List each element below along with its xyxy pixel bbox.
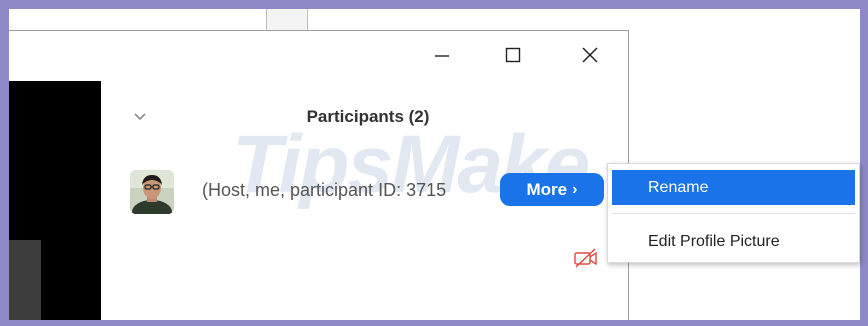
menu-item-rename[interactable]: Rename <box>612 170 855 205</box>
menu-item-edit-profile-picture[interactable]: Edit Profile Picture <box>612 224 855 259</box>
menu-divider <box>612 213 855 214</box>
minimize-icon <box>435 55 449 57</box>
video-panel-thumbnail <box>9 240 41 320</box>
avatar-photo <box>130 170 174 214</box>
minimize-button[interactable] <box>419 30 465 80</box>
participant-name: (Host, me, participant ID: 3715 <box>202 180 447 200</box>
more-button-label: More <box>526 179 568 199</box>
close-button[interactable] <box>567 30 613 80</box>
panel-title: Participants (2) <box>306 107 430 126</box>
more-button[interactable]: More › <box>500 173 604 206</box>
participant-context-menu: Rename Edit Profile Picture <box>607 163 860 263</box>
collapse-toggle[interactable] <box>132 110 148 128</box>
close-icon <box>582 47 598 63</box>
background-window-edge <box>266 9 308 31</box>
avatar <box>130 170 174 214</box>
chevron-right-icon: › <box>572 180 578 198</box>
maximize-icon <box>505 47 521 63</box>
chevron-down-icon <box>134 113 146 121</box>
maximize-button[interactable] <box>490 30 536 80</box>
video-off-icon <box>573 247 599 274</box>
